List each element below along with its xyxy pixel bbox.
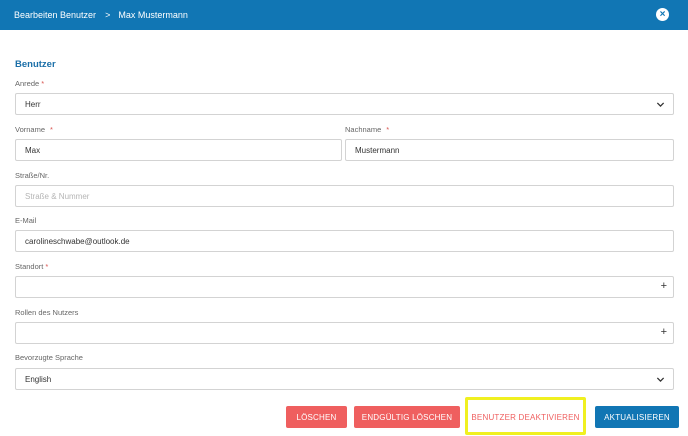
standort-select[interactable]: + xyxy=(15,276,674,298)
email-label: E-Mail xyxy=(15,216,37,225)
anrede-select[interactable]: Herr xyxy=(15,93,674,115)
delete-permanently-button[interactable]: ENDGÜLTIG LÖSCHEN xyxy=(354,406,460,428)
anrede-value: Herr xyxy=(25,99,41,109)
rollen-select[interactable]: + xyxy=(15,322,674,344)
nachname-label: Nachname * xyxy=(345,125,390,134)
vorname-field[interactable]: Max xyxy=(15,139,342,161)
section-title: Benutzer xyxy=(15,59,56,70)
close-icon[interactable]: × xyxy=(656,8,669,21)
vorname-value: Max xyxy=(25,145,41,155)
sprache-select[interactable]: English xyxy=(15,368,674,390)
nachname-field[interactable]: Mustermann xyxy=(345,139,674,161)
breadcrumb-parent[interactable]: Bearbeiten Benutzer xyxy=(14,10,96,20)
delete-button[interactable]: LÖSCHEN xyxy=(286,406,347,428)
sprache-label: Bevorzugte Sprache xyxy=(15,353,83,362)
strasse-input[interactable] xyxy=(25,191,673,201)
modal-header: Bearbeiten Benutzer > Max Mustermann × xyxy=(0,0,688,30)
email-value: carolineschwabe@outlook.de xyxy=(25,236,130,246)
email-field[interactable]: carolineschwabe@outlook.de xyxy=(15,230,674,252)
nachname-value: Mustermann xyxy=(355,145,400,155)
plus-icon[interactable]: + xyxy=(661,327,667,338)
strasse-label: Straße/Nr. xyxy=(15,171,50,180)
strasse-field[interactable] xyxy=(15,185,674,207)
breadcrumb-separator: > xyxy=(105,10,111,20)
deactivate-user-button[interactable]: BENUTZER DEAKTIVIEREN xyxy=(470,406,581,428)
chevron-down-icon xyxy=(656,102,665,108)
breadcrumb-current: Max Mustermann xyxy=(118,10,188,20)
rollen-label: Rollen des Nutzers xyxy=(15,308,79,317)
vorname-label: Vorname * xyxy=(15,125,53,134)
anrede-label: Anrede * xyxy=(15,79,45,88)
standort-label: Standort * xyxy=(15,262,49,271)
update-button[interactable]: AKTUALISIEREN xyxy=(595,406,679,428)
sprache-value: English xyxy=(25,374,52,384)
chevron-down-icon xyxy=(656,377,665,383)
plus-icon[interactable]: + xyxy=(661,281,667,292)
